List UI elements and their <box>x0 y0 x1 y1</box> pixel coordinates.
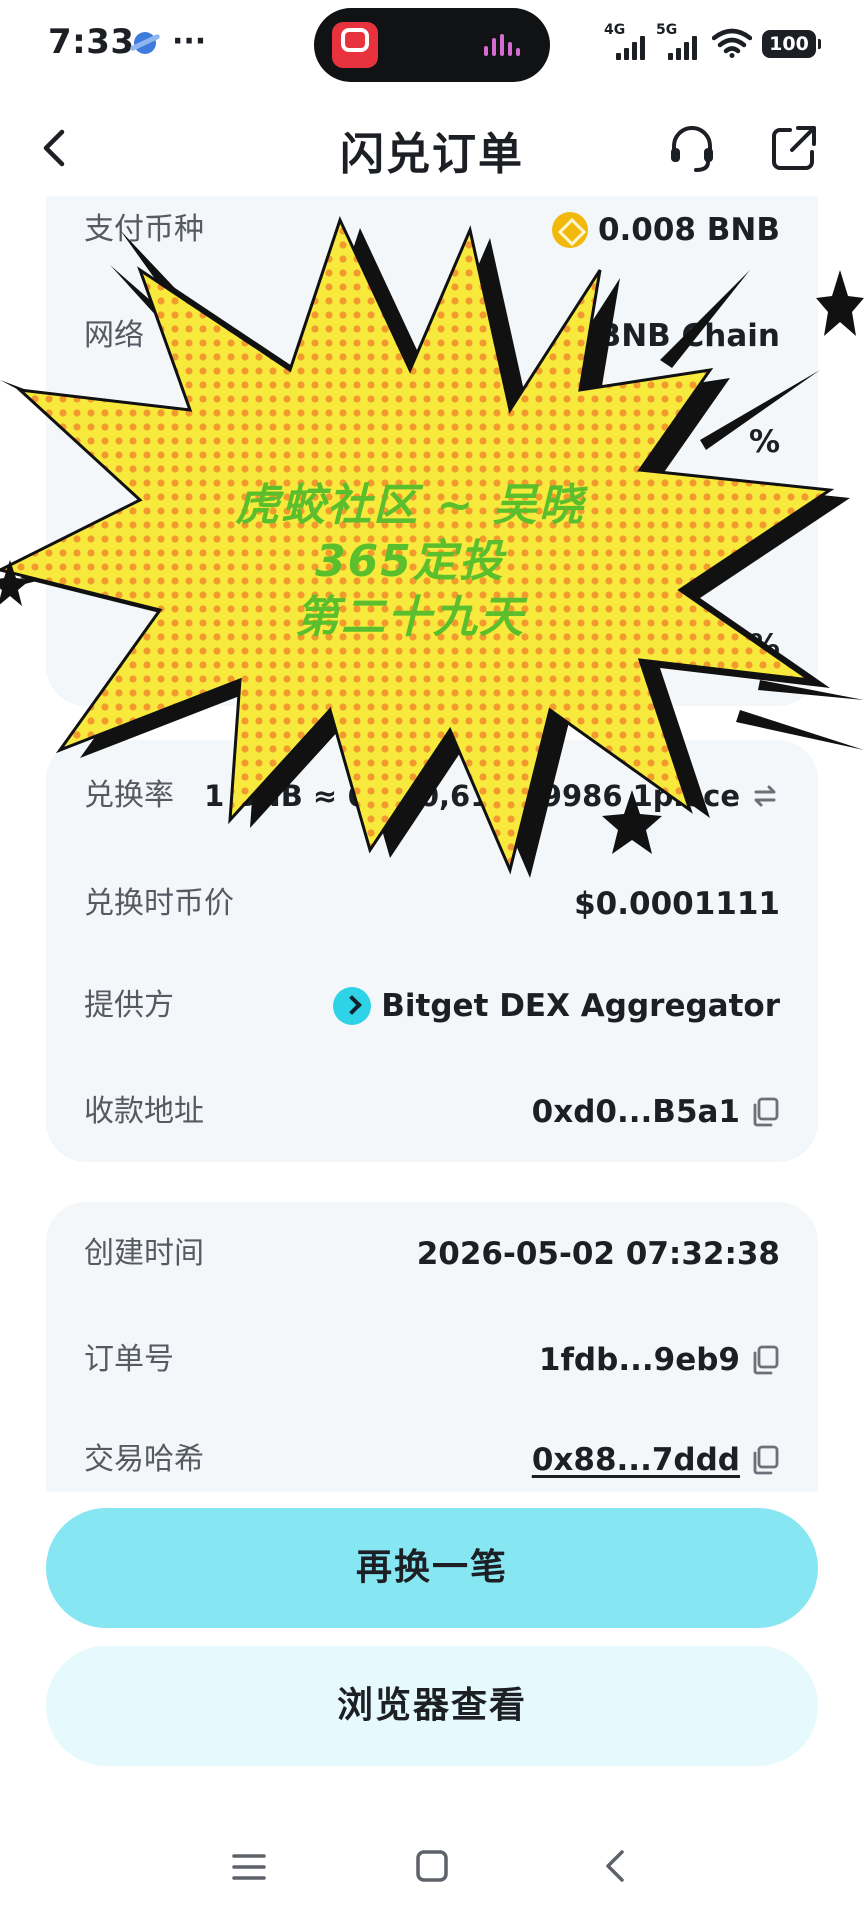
home-icon[interactable] <box>414 1848 450 1884</box>
sticker-line-3: 第二十九天 <box>295 592 525 643</box>
status-bar: 7:33 ··· 4G 5G 100 <box>0 0 864 92</box>
sticker-line-1: 虎蛟社区 ~ 吴晓 <box>235 480 585 531</box>
row-value: 0% <box>727 628 780 664</box>
bitget-icon <box>333 987 372 1025</box>
row-label: 兑换时币价 <box>84 886 234 921</box>
row-value: Bitget DEX Aggregator <box>333 982 780 1030</box>
pay-token-row: 支付币种 0.008 BNB <box>84 206 780 254</box>
row-label: 创建时间 <box>84 1236 204 1271</box>
rate-value: 1 BNB ≈ 6,380,619.09986 1piece <box>204 779 740 813</box>
row-value: 0.008 BNB <box>551 206 780 254</box>
pay-amount: 0.008 BNB <box>597 212 780 248</box>
bnb-coin-icon <box>551 212 588 248</box>
share-out-icon[interactable] <box>766 120 822 176</box>
created-time-row: 创建时间 2026-05-02 07:32:38 <box>84 1230 780 1278</box>
tx-hash-row: 交易哈希 0x88...7ddd <box>84 1436 780 1484</box>
swap-again-button[interactable]: 再换一笔 <box>46 1508 818 1628</box>
signal-bars-icon <box>668 36 700 60</box>
signal-4g: 4G <box>604 22 654 62</box>
order-id-row: 订单号 1fdb...9eb9 <box>84 1336 780 1384</box>
view-in-explorer-button[interactable]: 浏览器查看 <box>46 1646 818 1766</box>
battery-indicator: 100 <box>762 30 821 58</box>
row-label: 收款地址 <box>84 1094 204 1129</box>
sticker-line-2: 365定投 <box>315 536 505 587</box>
dynamic-island[interactable] <box>314 8 550 82</box>
wifi-icon <box>712 28 752 58</box>
row-label: 支付币种 <box>84 212 204 247</box>
signal-bars-icon <box>616 36 648 60</box>
row-label: 兑换率 <box>84 778 174 813</box>
tx-hash-link[interactable]: 0x88...7ddd <box>532 1436 740 1484</box>
row-label: 提供方 <box>84 988 174 1023</box>
sticker-caption: 虎蛟社区 ~ 吴晓 365定投 第二十九天 <box>190 478 630 646</box>
app-icon <box>332 22 378 68</box>
audio-wave-icon <box>484 34 524 56</box>
signal-5g: 5G <box>656 22 706 62</box>
recent-apps-icon[interactable] <box>230 1850 268 1884</box>
row-label: 网络 <box>84 318 144 353</box>
row-value: 1fdb...9eb9 <box>539 1336 780 1384</box>
row-value: $0.0001111 <box>574 886 780 922</box>
copy-icon[interactable] <box>750 1444 780 1476</box>
token-price-row: 兑换时币价 $0.0001111 <box>84 880 780 928</box>
status-time: 7:33 <box>48 22 135 62</box>
row-value: 2026-05-02 07:32:38 <box>416 1236 780 1272</box>
row-value: BNB Chain <box>597 318 780 354</box>
app-header: 闪兑订单 <box>0 100 864 196</box>
order-id-value: 1fdb...9eb9 <box>538 1342 740 1378</box>
receive-address-row: 收款地址 0xd0...B5a1 <box>84 1088 780 1136</box>
row-label: 滑点 <box>84 424 144 459</box>
more-dots-icon: ··· <box>172 24 207 59</box>
row-value: 1 BNB ≈ 6,380,619.09986 1piece <box>204 772 780 820</box>
swap-detail-card: 兑换率 1 BNB ≈ 6,380,619.09986 1piece 兑换时币价… <box>46 740 818 1162</box>
nav-back-icon[interactable] <box>598 1848 634 1884</box>
row-value: % <box>748 424 780 460</box>
slippage-row: 滑点 % <box>84 418 780 466</box>
row-value: 0xd0...B5a1 <box>532 1088 780 1136</box>
address-value: 0xd0...B5a1 <box>531 1094 740 1130</box>
network-row: 网络 BNB Chain <box>84 312 780 360</box>
copy-icon[interactable] <box>750 1344 780 1376</box>
system-nav-bar <box>0 1820 864 1920</box>
provider-name: Bitget DEX Aggregator <box>381 988 780 1024</box>
row-label: 交易哈希 <box>84 1442 204 1477</box>
order-info-card: 创建时间 2026-05-02 07:32:38 订单号 1fdb...9eb9… <box>46 1202 818 1492</box>
swap-icon[interactable] <box>750 781 780 811</box>
provider-row: 提供方 Bitget DEX Aggregator <box>84 982 780 1030</box>
row-label: 订单号 <box>84 1342 174 1377</box>
planet-icon <box>134 32 156 54</box>
copy-icon[interactable] <box>750 1096 780 1128</box>
page-title: 闪兑订单 <box>340 129 524 180</box>
row-value: 0x88...7ddd <box>532 1436 780 1484</box>
rate-row: 兑换率 1 BNB ≈ 6,380,619.09986 1piece <box>84 772 780 820</box>
headset-icon[interactable] <box>664 120 720 176</box>
